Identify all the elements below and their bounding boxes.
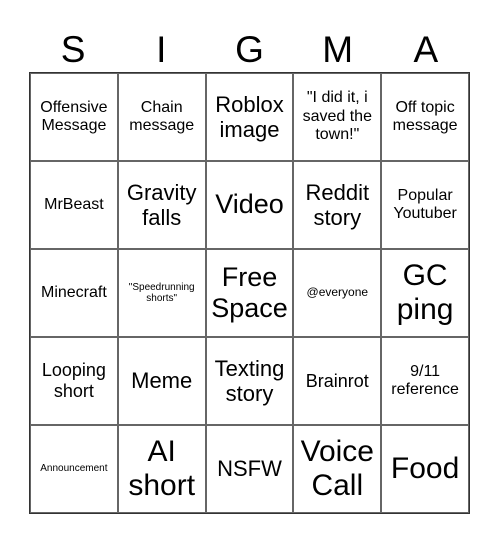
bingo-grid: Offensive Message Chain message Roblox ima… (29, 72, 470, 514)
bingo-cell[interactable]: 9/11 reference (381, 337, 469, 425)
bingo-cell[interactable]: Roblox image (205, 73, 294, 161)
bingo-cell-label: Offensive Message (40, 98, 108, 134)
bingo-cell[interactable]: Chain message (117, 73, 206, 161)
bingo-cell-label: Free Space (211, 261, 288, 323)
bingo-cell-label: 9/11 reference (391, 362, 459, 398)
bingo-title: S I G M A (29, 28, 470, 72)
title-letter-i: I (156, 29, 167, 70)
bingo-cell[interactable]: MrBeast (30, 161, 118, 249)
bingo-cell-label: Meme (131, 368, 193, 394)
bingo-cell[interactable]: Offensive Message (30, 73, 118, 161)
title-letter-s: S (60, 29, 86, 70)
bingo-cell-label: Brainrot (305, 370, 369, 391)
bingo-cell-label: Popular Youtuber (393, 186, 457, 222)
bingo-cell[interactable]: Looping short (30, 337, 118, 425)
bingo-cell[interactable]: Meme (117, 337, 206, 425)
bingo-cell[interactable]: Free Space (205, 249, 294, 337)
bingo-cell[interactable]: Food (381, 425, 469, 513)
bingo-cell-label: Roblox image (215, 91, 284, 142)
bingo-cell[interactable]: @everyone (293, 249, 382, 337)
bingo-cell-label: Looping short (41, 360, 106, 401)
bingo-cell-label: Food (390, 451, 460, 485)
bingo-cell[interactable]: Announcement (30, 425, 118, 513)
bingo-cell-label: "I did it, i saved the town!" (302, 89, 372, 144)
bingo-cell-label: Video (215, 189, 284, 220)
bingo-cell-label: NSFW (217, 456, 282, 482)
bingo-cell[interactable]: Gravity falls (117, 161, 206, 249)
bingo-cell[interactable]: Off topic message (381, 73, 469, 161)
bingo-cell-label: Off topic message (392, 98, 458, 134)
bingo-cell[interactable]: Voice Call (293, 425, 382, 513)
bingo-cell[interactable]: Brainrot (293, 337, 382, 425)
bingo-cell[interactable]: Minecraft (30, 249, 118, 337)
bingo-cell-label: @everyone (306, 285, 369, 300)
bingo-cell-label: Gravity falls (126, 179, 197, 230)
bingo-cell-label: "Speedrunning shorts" (128, 281, 195, 305)
bingo-cell-label: Announcement (40, 463, 108, 475)
title-letter-a: A (413, 29, 439, 70)
bingo-cell-label: Chain message (129, 98, 195, 134)
title-letter-m: M (322, 29, 354, 70)
bingo-cell[interactable]: Reddit story (293, 161, 382, 249)
bingo-cell[interactable]: NSFW (205, 425, 294, 513)
bingo-cell-label: Minecraft (41, 283, 107, 301)
title-letter-g: G (235, 29, 264, 70)
bingo-cell[interactable]: GC ping (381, 249, 469, 337)
bingo-cell[interactable]: Video (205, 161, 294, 249)
bingo-cell-label: Reddit story (305, 179, 370, 230)
bingo-cell-label: MrBeast (44, 195, 104, 213)
bingo-cell[interactable]: "Speedrunning shorts" (117, 249, 206, 337)
bingo-cell-label: Voice Call (300, 434, 374, 503)
bingo-cell[interactable]: Popular Youtuber (381, 161, 469, 249)
bingo-cell[interactable]: Texting story (205, 337, 294, 425)
bingo-cell-label: GC ping (396, 258, 454, 327)
bingo-cell[interactable]: "I did it, i saved the town!" (293, 73, 382, 161)
bingo-cell-label: Texting story (214, 355, 285, 406)
bingo-cell-label: AI short (128, 434, 196, 503)
bingo-cell[interactable]: AI short (117, 425, 206, 513)
